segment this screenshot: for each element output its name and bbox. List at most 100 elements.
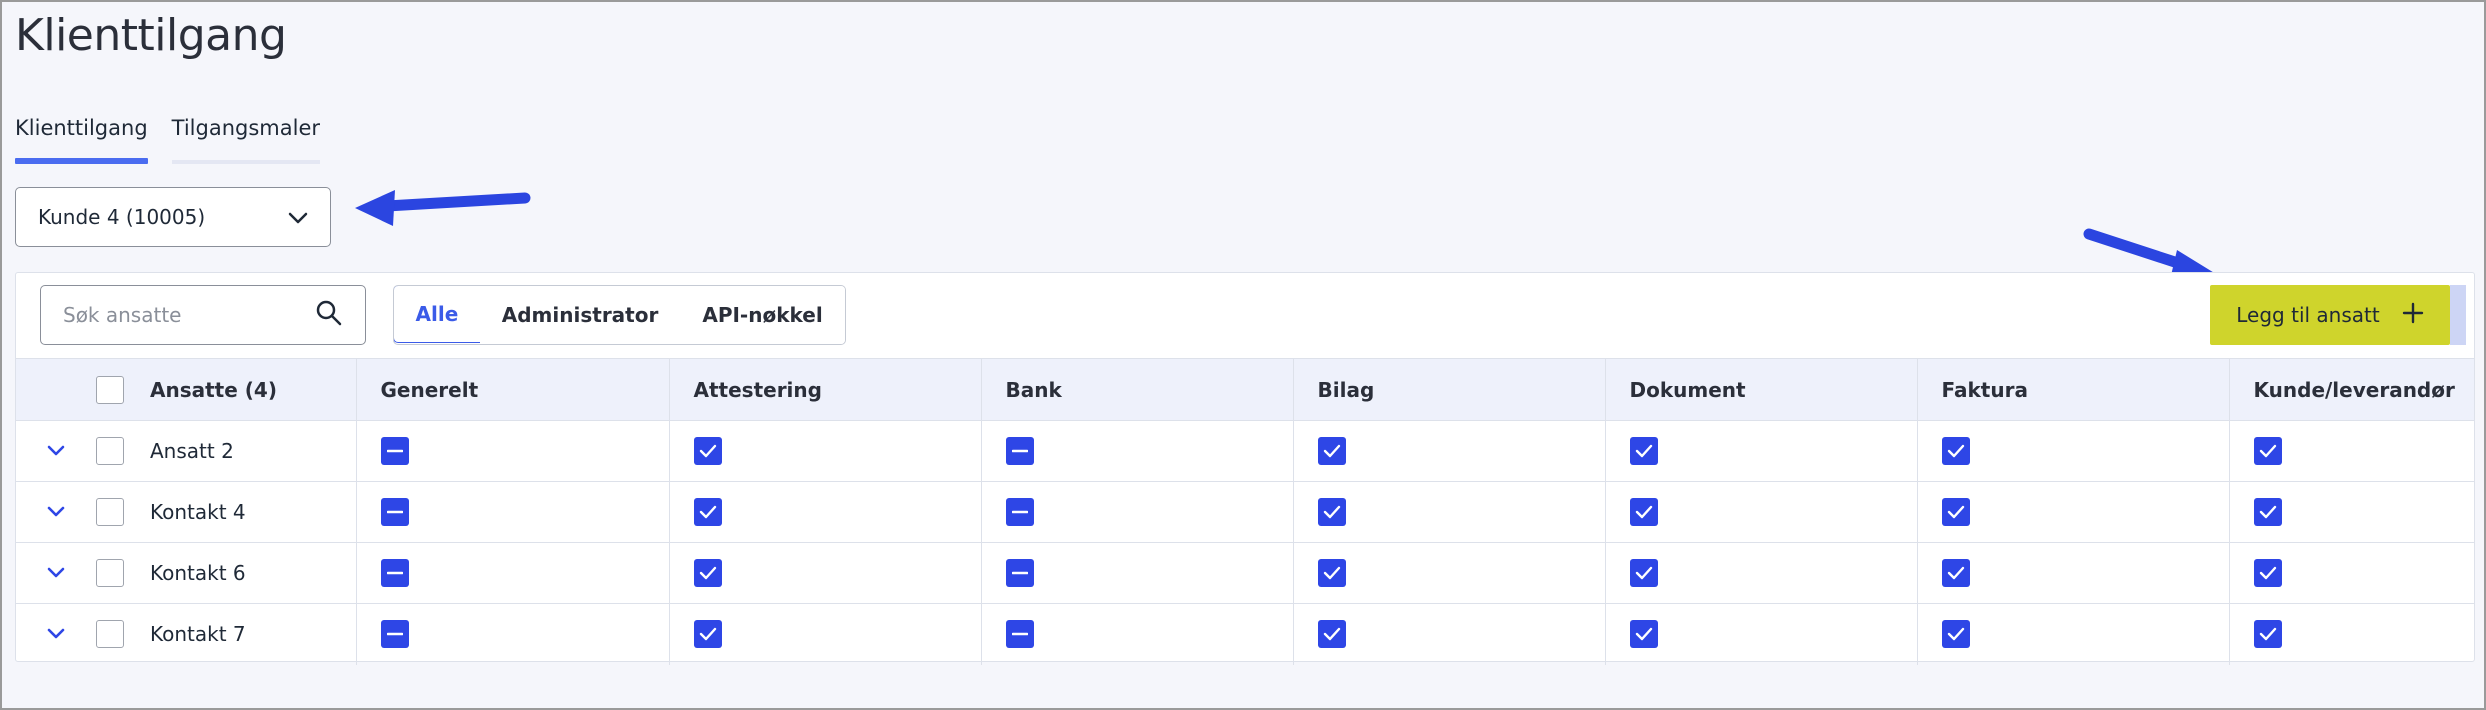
permission-checkbox-checked[interactable] — [2253, 498, 2282, 526]
permission-cell — [668, 603, 981, 665]
permission-checkbox-partial[interactable] — [1005, 498, 1034, 526]
search-box[interactable] — [40, 285, 366, 345]
permission-checkbox-checked[interactable] — [1317, 559, 1346, 587]
check-icon — [1635, 627, 1653, 641]
column-header-bilag[interactable]: Bilag — [1292, 358, 1605, 421]
permission-checkbox-checked[interactable] — [1317, 437, 1346, 465]
employee-cell: Kontakt 6 — [16, 543, 356, 604]
check-icon — [699, 566, 717, 580]
permission-checkbox-checked[interactable] — [2253, 437, 2282, 465]
permission-cell — [355, 481, 669, 543]
column-header-faktura[interactable]: Faktura — [1916, 358, 2229, 421]
filter-api-key[interactable]: API-nøkkel — [680, 286, 845, 344]
permission-checkbox-partial[interactable] — [380, 498, 409, 526]
permission-cell — [355, 420, 669, 482]
permission-checkbox-checked[interactable] — [693, 437, 722, 465]
client-select[interactable]: Kunde 4 (10005) — [15, 187, 331, 247]
permission-checkbox-checked[interactable] — [693, 620, 722, 649]
minus-icon — [1011, 510, 1028, 514]
permission-checkbox-checked[interactable] — [1629, 498, 1658, 526]
table-row: Ansatt 2 — [16, 420, 2474, 482]
check-icon — [1947, 444, 1965, 458]
permission-checkbox-checked[interactable] — [1317, 498, 1346, 526]
chevron-down-icon[interactable] — [16, 506, 96, 518]
permission-cell — [1292, 420, 1605, 482]
chevron-down-icon[interactable] — [16, 628, 96, 640]
permission-checkbox-checked[interactable] — [1629, 620, 1658, 649]
check-icon — [1323, 444, 1341, 458]
permission-checkbox-checked[interactable] — [693, 559, 722, 587]
tab-klienttilgang[interactable]: Klienttilgang — [15, 112, 148, 164]
table-row: Kontakt 6 — [16, 542, 2474, 604]
filter-administrator[interactable]: Administrator — [479, 286, 681, 344]
check-icon — [2259, 505, 2277, 519]
filter-group: Alle Administrator API-nøkkel — [393, 285, 846, 345]
permission-cell — [980, 542, 1293, 604]
permission-cell — [980, 420, 1293, 482]
permission-checkbox-checked[interactable] — [693, 498, 722, 526]
permission-cell — [355, 603, 669, 665]
check-icon — [1947, 627, 1965, 641]
permission-checkbox-checked[interactable] — [1629, 437, 1658, 465]
check-icon — [699, 505, 717, 519]
permission-checkbox-partial[interactable] — [1005, 437, 1034, 465]
permission-cell — [668, 481, 981, 543]
column-header-bank[interactable]: Bank — [980, 358, 1293, 421]
row-select-checkbox[interactable] — [96, 620, 124, 649]
check-icon — [2259, 566, 2277, 580]
permission-cell — [1916, 481, 2229, 543]
permission-cell — [2228, 542, 2474, 604]
permission-checkbox-checked[interactable] — [2253, 620, 2282, 649]
permission-checkbox-checked[interactable] — [1941, 498, 1970, 526]
row-select-checkbox[interactable] — [96, 437, 124, 465]
employee-cell: Kontakt 7 — [16, 604, 356, 665]
permission-checkbox-checked[interactable] — [2253, 559, 2282, 587]
employee-name: Kontakt 6 — [150, 561, 246, 585]
permission-checkbox-checked[interactable] — [1941, 437, 1970, 465]
access-table: Ansatte (4) Generelt Attestering Bank Bi… — [16, 358, 2474, 665]
permission-checkbox-checked[interactable] — [1629, 559, 1658, 587]
permission-checkbox-partial[interactable] — [380, 437, 409, 465]
employees-panel: Alle Administrator API-nøkkel Legg til a… — [15, 272, 2475, 665]
permission-cell — [668, 542, 981, 604]
permission-cell — [1604, 481, 1917, 543]
check-icon — [1635, 505, 1653, 519]
permission-cell — [2228, 420, 2474, 482]
permission-cell — [1292, 542, 1605, 604]
column-header-dokument[interactable]: Dokument — [1604, 358, 1917, 421]
permission-checkbox-partial[interactable] — [380, 559, 409, 587]
table-row: Kontakt 7 — [16, 603, 2474, 665]
permission-checkbox-checked[interactable] — [1317, 620, 1346, 649]
annotation-arrow-icon — [355, 190, 531, 226]
search-input[interactable] — [63, 303, 303, 327]
select-all-checkbox[interactable] — [96, 375, 124, 404]
table-header-row: Ansatte (4) Generelt Attestering Bank Bi… — [16, 358, 2474, 421]
check-icon — [1947, 505, 1965, 519]
permission-cell — [1604, 542, 1917, 604]
permission-checkbox-partial[interactable] — [1005, 620, 1034, 649]
column-header-attestering[interactable]: Attestering — [668, 358, 981, 421]
filter-alle[interactable]: Alle — [393, 286, 482, 343]
add-employee-button[interactable]: Legg til ansatt — [2210, 285, 2466, 345]
minus-icon — [1011, 449, 1028, 453]
permission-checkbox-partial[interactable] — [1005, 559, 1034, 587]
minus-icon — [386, 449, 403, 453]
search-icon[interactable] — [315, 299, 343, 331]
column-header-generelt[interactable]: Generelt — [355, 358, 669, 421]
row-select-checkbox[interactable] — [96, 559, 124, 587]
permission-cell — [1292, 603, 1605, 665]
permission-checkbox-checked[interactable] — [1941, 620, 1970, 649]
permission-cell — [1604, 603, 1917, 665]
chevron-down-icon[interactable] — [16, 567, 96, 579]
employee-name: Kontakt 7 — [150, 622, 246, 647]
chevron-down-icon[interactable] — [16, 445, 96, 457]
minus-icon — [1011, 571, 1028, 575]
tab-tilgangsmaler[interactable]: Tilgangsmaler — [171, 112, 321, 164]
permission-checkbox-checked[interactable] — [1941, 559, 1970, 587]
permission-cell — [2228, 481, 2474, 543]
row-select-checkbox[interactable] — [96, 498, 124, 526]
employee-cell: Ansatt 2 — [16, 421, 356, 482]
column-header-kunde-leverandor[interactable]: Kunde/leverandør — [2228, 358, 2474, 421]
permission-cell — [1292, 481, 1605, 543]
permission-checkbox-partial[interactable] — [380, 620, 409, 649]
